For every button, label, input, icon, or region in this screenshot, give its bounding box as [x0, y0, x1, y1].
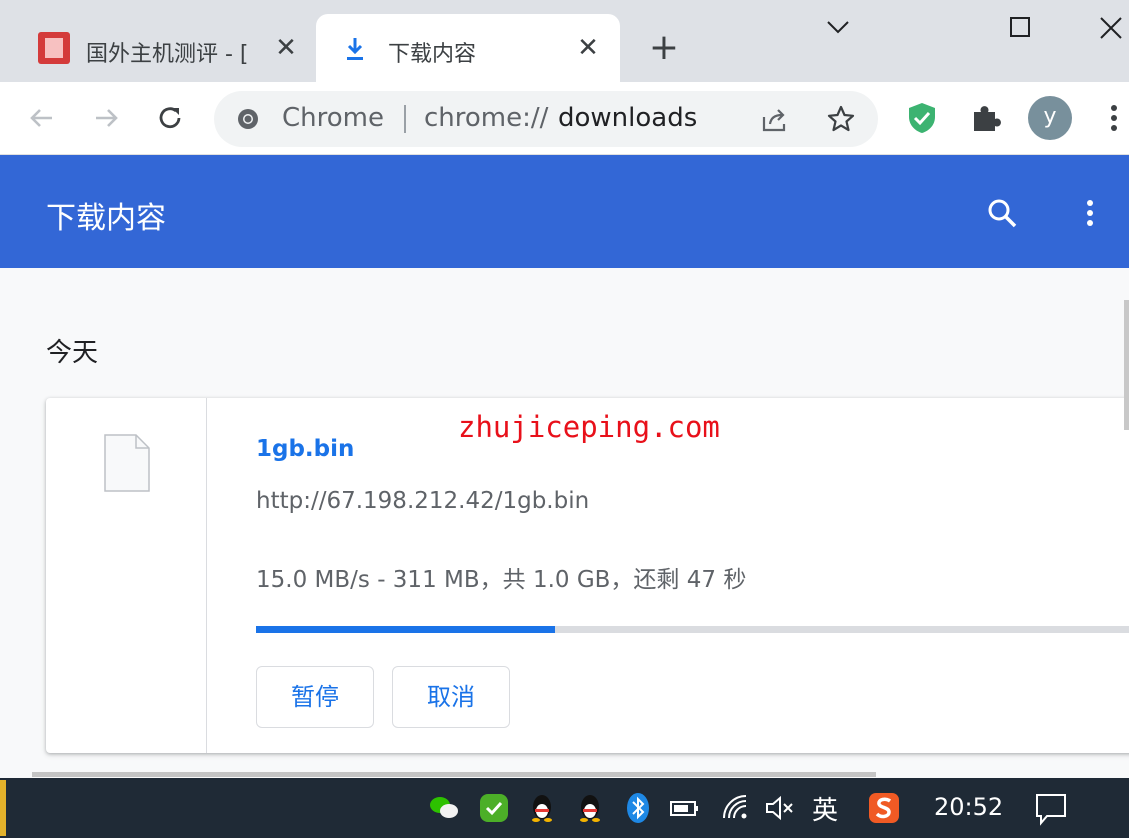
kebab-menu-icon[interactable]: [1100, 100, 1128, 136]
bookmark-star-icon[interactable]: [826, 104, 856, 134]
qq-icon[interactable]: [526, 792, 558, 824]
url-scheme: chrome://: [424, 103, 549, 133]
battery-charging-icon[interactable]: [668, 792, 700, 824]
back-arrow-icon[interactable]: [24, 100, 60, 136]
taskbar-clock[interactable]: 20:52: [934, 793, 1003, 821]
site-favicon-icon: [38, 32, 70, 64]
card-divider: [206, 398, 207, 753]
bluetooth-icon[interactable]: [622, 792, 654, 824]
page-title: 下载内容: [46, 201, 166, 236]
qq-icon[interactable]: [574, 792, 606, 824]
download-progress-bar: [256, 626, 1129, 633]
browser-toolbar: Chrome chrome:// downloads y: [0, 82, 1129, 155]
url-host: downloads: [558, 103, 698, 133]
search-icon[interactable]: [984, 195, 1020, 231]
more-actions-icon[interactable]: [1078, 195, 1102, 231]
security-check-icon[interactable]: [478, 792, 510, 824]
wifi-icon[interactable]: [720, 792, 752, 824]
share-icon[interactable]: [760, 105, 790, 135]
input-method-indicator[interactable]: 英: [812, 790, 838, 827]
vertical-scrollbar[interactable]: [1124, 300, 1129, 430]
maximize-icon[interactable]: [1000, 12, 1040, 44]
site-chip: Chrome: [282, 103, 384, 133]
sogou-input-icon[interactable]: [868, 792, 900, 824]
notification-center-icon[interactable]: [1034, 792, 1068, 826]
file-icon: [104, 434, 150, 492]
downloads-header: 下载内容: [0, 155, 1129, 268]
download-icon: [347, 38, 363, 60]
horizontal-scrollbar[interactable]: [32, 772, 876, 777]
download-filename-link[interactable]: 1gb.bin: [256, 436, 354, 462]
extensions-puzzle-icon[interactable]: [968, 100, 1004, 136]
download-progress-fill: [256, 626, 556, 633]
omnibox-separator: [404, 105, 406, 133]
tab-close-icon[interactable]: ✕: [574, 34, 602, 62]
tab-close-icon[interactable]: ✕: [272, 34, 300, 62]
reload-icon[interactable]: [152, 100, 188, 136]
windows-taskbar: 英 20:52: [0, 778, 1129, 838]
download-item-card: 1gb.bin zhujiceping.com http://67.198.21…: [46, 398, 1129, 753]
tab-zhujiceping[interactable]: 国外主机测评 - [ ✕: [0, 14, 310, 82]
cancel-button[interactable]: 取消: [392, 666, 510, 728]
volume-muted-icon[interactable]: [764, 792, 796, 824]
date-group-label: 今天: [46, 338, 99, 368]
taskbar-app-edge[interactable]: [0, 780, 6, 836]
shield-check-extension-icon[interactable]: [904, 100, 940, 136]
download-source-url[interactable]: http://67.198.212.42/1gb.bin: [256, 488, 589, 514]
tab-title: 下载内容: [388, 42, 477, 67]
profile-avatar[interactable]: y: [1028, 96, 1072, 140]
close-window-icon[interactable]: [1090, 12, 1129, 44]
tab-downloads[interactable]: 下载内容 ✕: [316, 14, 620, 82]
wechat-icon[interactable]: [428, 792, 460, 824]
new-tab-button[interactable]: +: [648, 30, 680, 66]
download-status: 15.0 MB/s - 311 MB，共 1.0 GB，还剩 47 秒: [256, 567, 747, 593]
pause-button[interactable]: 暂停: [256, 666, 374, 728]
tab-search-chevron-icon[interactable]: [818, 12, 858, 44]
forward-arrow-icon[interactable]: [88, 100, 124, 136]
tab-title: 国外主机测评 - [: [86, 42, 249, 67]
address-bar[interactable]: Chrome chrome:// downloads: [214, 91, 878, 147]
watermark-text: zhujiceping.com: [458, 410, 720, 444]
tab-strip: 国外主机测评 - [ ✕ 下载内容 ✕ +: [0, 0, 1129, 82]
chrome-logo-icon: [238, 109, 258, 129]
